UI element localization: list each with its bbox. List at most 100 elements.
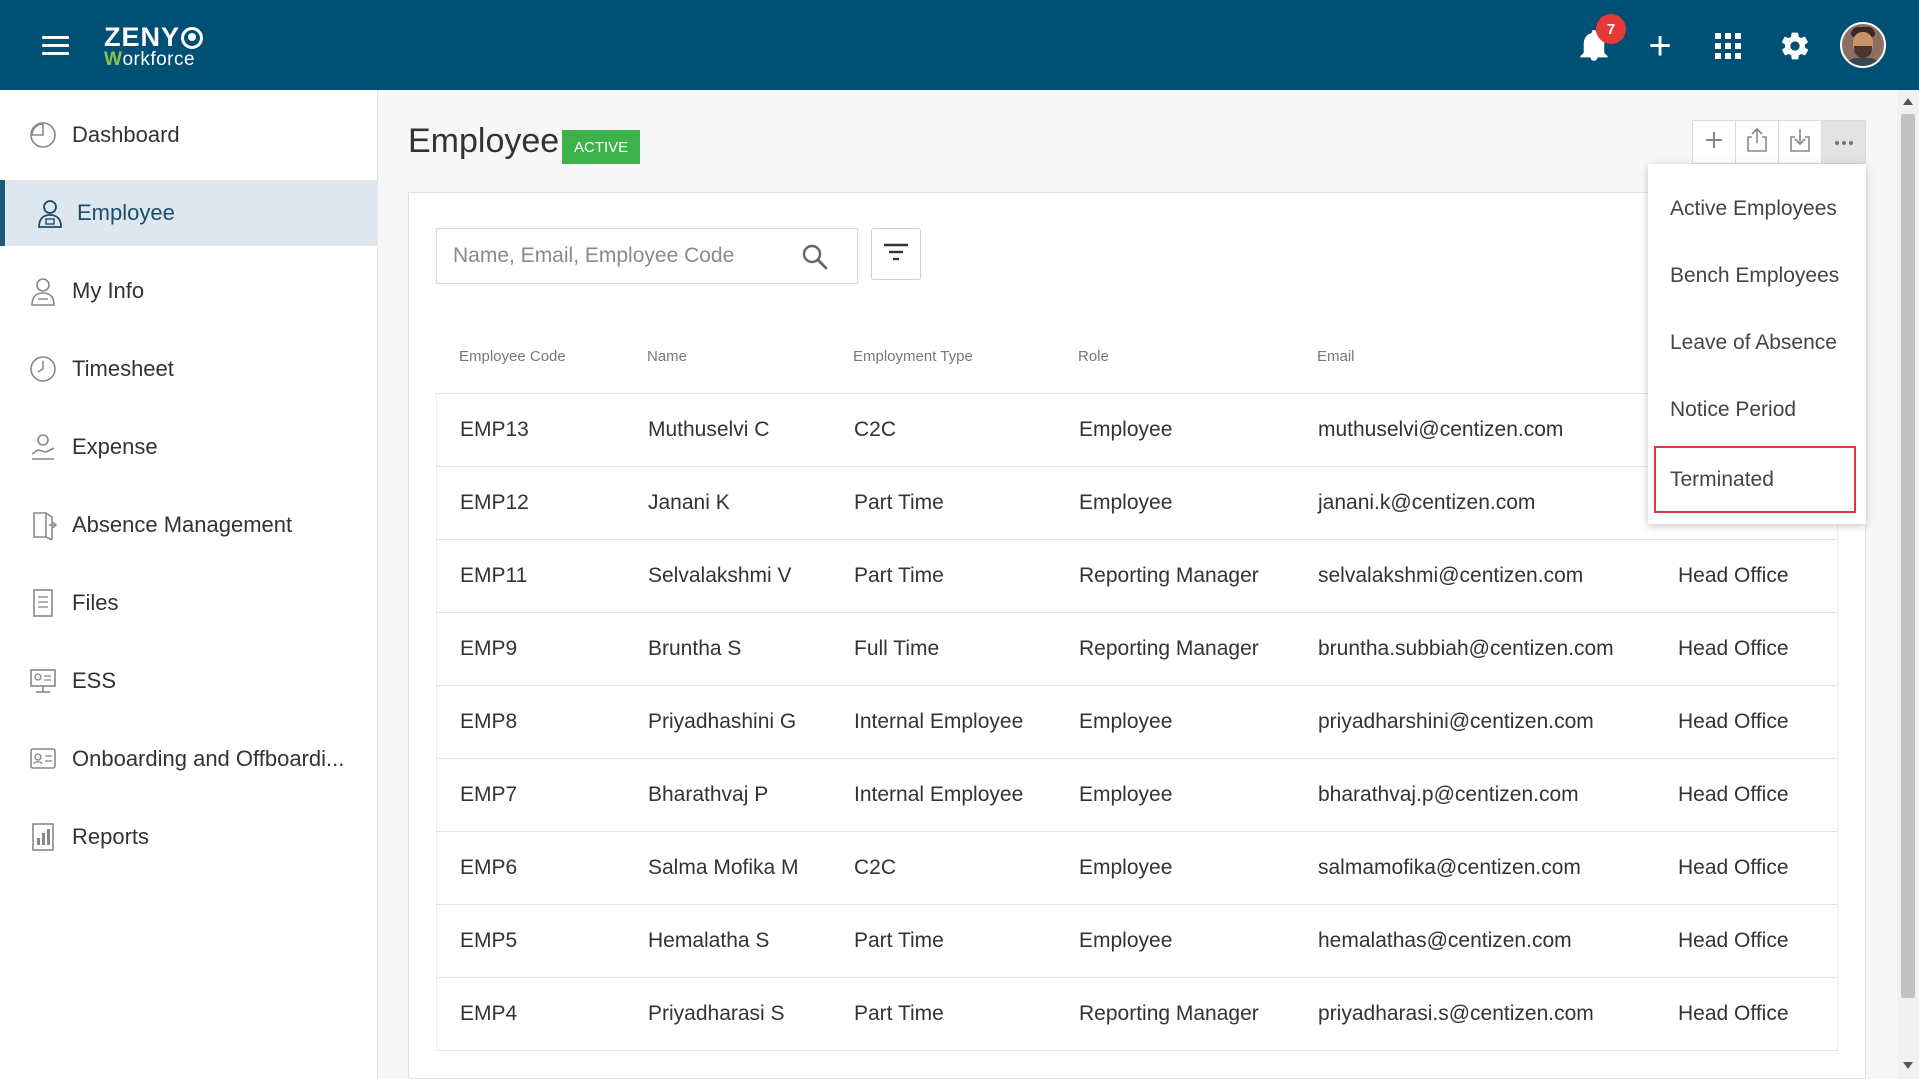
hamburger-menu-icon[interactable] [42, 36, 69, 56]
add-plus-icon[interactable]: + [1638, 24, 1682, 68]
action-toolbar [1692, 120, 1866, 164]
cell-location: Head Office [1678, 783, 1789, 806]
ess-icon [28, 666, 58, 696]
reports-icon [28, 822, 58, 852]
plus-icon [1704, 130, 1724, 155]
sidebar-item-dashboard[interactable]: Dashboard [0, 102, 378, 168]
export-button[interactable] [1736, 121, 1779, 163]
more-dots-icon [1834, 133, 1854, 151]
cell-employee-code: EMP8 [460, 710, 518, 733]
download-icon [1789, 127, 1811, 158]
cell-employment-type: C2C [854, 418, 897, 441]
column-header-email[interactable]: Email [1317, 348, 1355, 365]
more-options-button[interactable] [1822, 121, 1865, 163]
menu-item-bench-employees[interactable]: Bench Employees [1648, 242, 1866, 309]
scrollbar-thumb[interactable] [1901, 114, 1915, 998]
sidebar-item-reports[interactable]: Reports [0, 804, 378, 870]
sidebar-item-absence-management[interactable]: Absence Management [0, 492, 378, 558]
cell-role: Reporting Manager [1079, 637, 1259, 660]
import-button[interactable] [1779, 121, 1822, 163]
sidebar-item-onboarding[interactable]: Onboarding and Offboardi... [0, 726, 378, 792]
table-row[interactable]: EMP7 Bharathvaj P Internal Employee Empl… [436, 759, 1838, 832]
sidebar-item-label: Files [72, 590, 119, 615]
column-header-name[interactable]: Name [647, 348, 687, 365]
filter-button[interactable] [871, 228, 921, 280]
cell-employment-type: Part Time [854, 929, 944, 952]
cell-role: Employee [1079, 856, 1173, 879]
table-row[interactable]: EMP12 Janani K Part Time Employee janani… [436, 467, 1838, 540]
menu-item-terminated[interactable]: Terminated [1654, 446, 1856, 513]
sidebar-item-label: Onboarding and Offboardi... [72, 746, 345, 771]
absence-icon [28, 510, 58, 540]
cell-employment-type: Part Time [854, 491, 944, 514]
user-avatar[interactable] [1840, 22, 1886, 68]
cell-role: Reporting Manager [1079, 1002, 1259, 1025]
cell-location: Head Office [1678, 856, 1789, 879]
settings-gear-icon[interactable] [1773, 24, 1817, 68]
employee-filter-dropdown: Active Employees Bench Employees Leave o… [1648, 164, 1866, 524]
my-info-icon [28, 276, 58, 306]
table-row[interactable]: EMP6 Salma Mofika M C2C Employee salmamo… [436, 832, 1838, 905]
cell-employment-type: Internal Employee [854, 783, 1024, 806]
cell-role: Employee [1079, 929, 1173, 952]
cell-email: muthuselvi@centizen.com [1318, 418, 1564, 441]
cell-name: Priyadhashini G [648, 710, 797, 733]
cell-employment-type: Part Time [854, 1002, 944, 1025]
scroll-down-arrow-icon[interactable] [1903, 1062, 1913, 1069]
sidebar-item-timesheet[interactable]: Timesheet [0, 336, 378, 402]
table-row[interactable]: EMP11 Selvalakshmi V Part Time Reporting… [436, 540, 1838, 613]
cell-employee-code: EMP12 [460, 491, 529, 514]
cell-name: Janani K [648, 491, 730, 514]
cell-location: Head Office [1678, 637, 1789, 660]
cell-email: priyadharasi.s@centizen.com [1318, 1002, 1594, 1025]
table-row[interactable]: EMP4 Priyadharasi S Part Time Reporting … [436, 978, 1838, 1051]
sidebar-item-label: ESS [72, 668, 117, 693]
sidebar-item-label: My Info [72, 278, 145, 303]
table-header: Employee Code Name Employment Type Role … [436, 318, 1838, 394]
column-header-employee-code[interactable]: Employee Code [459, 348, 566, 365]
page-scrollbar[interactable] [1897, 90, 1919, 1079]
cell-email: salmamofika@centizen.com [1318, 856, 1581, 879]
table-row[interactable]: EMP9 Bruntha S Full Time Reporting Manag… [436, 613, 1838, 686]
cell-email: priyadharshini@centizen.com [1318, 710, 1594, 733]
cell-employee-code: EMP4 [460, 1002, 518, 1025]
sidebar-item-employee[interactable]: Employee [0, 180, 378, 246]
sidebar-item-my-info[interactable]: My Info [0, 258, 378, 324]
column-header-role[interactable]: Role [1078, 348, 1109, 365]
expense-icon [28, 432, 58, 462]
top-bar: ZENY Workforce 7 + [0, 0, 1919, 90]
menu-item-active-employees[interactable]: Active Employees [1648, 175, 1866, 242]
cell-employee-code: EMP13 [460, 418, 529, 441]
table-row[interactable]: EMP13 Muthuselvi C C2C Employee muthusel… [436, 394, 1838, 467]
search-input[interactable] [453, 229, 793, 283]
search-icon[interactable] [799, 241, 831, 273]
table-row[interactable]: EMP5 Hemalatha S Part Time Employee hema… [436, 905, 1838, 978]
zeny-workforce-logo[interactable]: ZENY Workforce [104, 24, 204, 69]
cell-role: Reporting Manager [1079, 564, 1259, 587]
add-employee-button[interactable] [1693, 121, 1736, 163]
cell-name: Priyadharasi S [648, 1002, 785, 1025]
cell-email: selvalakshmi@centizen.com [1318, 564, 1584, 587]
cell-employee-code: EMP5 [460, 929, 518, 952]
status-badge: Active [562, 130, 641, 164]
scroll-up-arrow-icon[interactable] [1903, 98, 1913, 105]
notification-count-badge: 7 [1596, 14, 1626, 44]
cell-name: Selvalakshmi V [648, 564, 792, 587]
cell-employee-code: EMP11 [460, 564, 528, 587]
sidebar-item-label: Dashboard [72, 122, 180, 147]
apps-grid-icon[interactable] [1706, 24, 1750, 68]
menu-item-leave-of-absence[interactable]: Leave of Absence [1648, 309, 1866, 376]
sidebar-item-ess[interactable]: ESS [0, 648, 378, 714]
sidebar-item-expense[interactable]: Expense [0, 414, 378, 480]
cell-name: Salma Mofika M [648, 856, 799, 879]
search-box [436, 228, 858, 284]
sidebar-item-files[interactable]: Files [0, 570, 378, 636]
column-header-employment-type[interactable]: Employment Type [853, 348, 973, 365]
page-title: Employee [408, 122, 560, 160]
menu-item-notice-period[interactable]: Notice Period [1648, 376, 1866, 443]
cell-location: Head Office [1678, 929, 1789, 952]
employee-table: Employee Code Name Employment Type Role … [436, 318, 1838, 1051]
table-row[interactable]: EMP8 Priyadhashini G Internal Employee E… [436, 686, 1838, 759]
sidebar-item-label: Employee [77, 200, 175, 225]
cell-role: Employee [1079, 418, 1173, 441]
